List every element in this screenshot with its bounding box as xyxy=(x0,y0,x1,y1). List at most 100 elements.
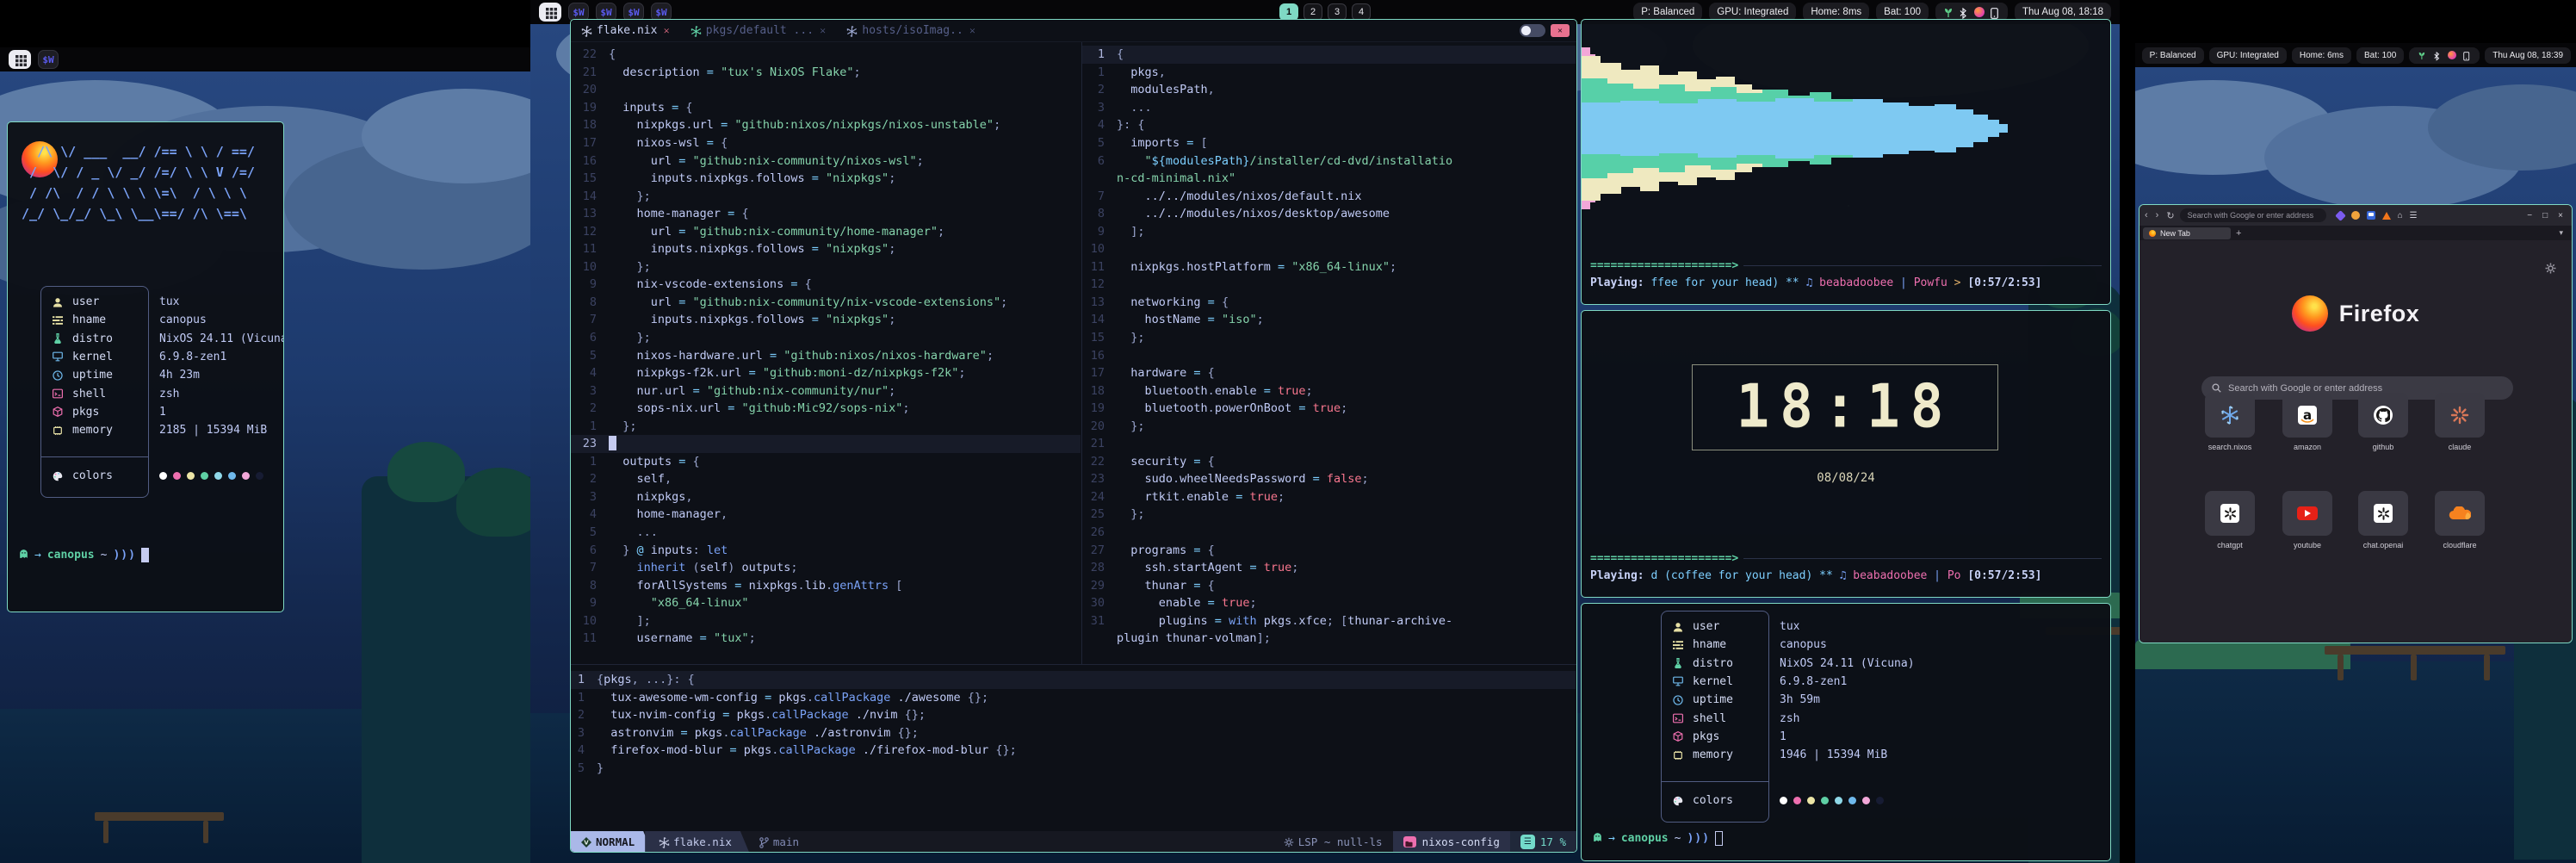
app-launcher-button[interactable] xyxy=(9,50,31,69)
code-line: 3 nixpkgs, xyxy=(571,488,1081,506)
new-tab-button[interactable]: + xyxy=(2236,228,2241,239)
shortcut-tile-chat.openai[interactable] xyxy=(2358,491,2408,536)
search-icon xyxy=(2212,383,2221,393)
minimap-toggle[interactable] xyxy=(1520,24,1545,37)
workspace-button[interactable]: 1 xyxy=(1279,3,1298,21)
code-line: 1{ xyxy=(1082,46,1576,64)
app-launcher-button[interactable] xyxy=(539,3,561,22)
mode-segment: V NORMAL xyxy=(571,831,652,852)
fastfetch-row: uptime xyxy=(51,366,133,384)
close-buffer-icon[interactable]: × xyxy=(663,24,669,38)
buffer-tab[interactable]: pkgs/default ... × xyxy=(680,20,837,41)
phone-icon[interactable] xyxy=(2463,52,2471,59)
hname-icon xyxy=(51,315,65,326)
code-line: 9 "x86_64-linux" xyxy=(571,594,1081,612)
bufferline: flake.nix × pkgs/default ... × hosts/iso… xyxy=(571,20,1576,42)
code-line: 21 xyxy=(1082,435,1576,453)
workspace-switcher: 1234 xyxy=(1279,3,1371,21)
code-line: 22{ xyxy=(571,46,1081,64)
code-line: 12 url = "github:nix-community/home-mana… xyxy=(571,222,1081,240)
terminal-fastfetch-right[interactable]: user hname distro kernel uptime shell xyxy=(1581,603,2111,861)
project-segment: nixos-config xyxy=(1393,831,1510,852)
svg-text:V: V xyxy=(584,839,589,846)
shortcut-tile-amazon[interactable]: a xyxy=(2282,393,2332,438)
workspace-button[interactable]: 2 xyxy=(1303,3,1322,21)
color-dot xyxy=(1876,797,1884,804)
terminal-color-dots xyxy=(159,472,263,480)
fastfetch-value: NixOS 24.11 (Vicuna) xyxy=(1780,655,1915,673)
plant-icon[interactable] xyxy=(2418,52,2425,59)
phone-icon[interactable] xyxy=(1991,8,2000,17)
shortcut-label: cloudflare xyxy=(2421,541,2499,549)
url-bar[interactable]: Search with Google or enter address xyxy=(2180,208,2326,222)
maximize-button[interactable]: □ xyxy=(2542,211,2548,220)
fastfetch-value: canopus xyxy=(1780,636,1827,654)
fastfetch-value: tux xyxy=(1780,618,1799,636)
password-manager-icon[interactable] xyxy=(2367,211,2375,220)
fastfetch-row: kernel xyxy=(51,348,133,366)
code-line: 11 inputs.nixpkgs.follows = "nixpkgs"; xyxy=(571,240,1081,258)
terminal-music-visualizer[interactable]: =====================> Playing: ffee for… xyxy=(1581,19,2111,305)
shortcut-label: chat.openai xyxy=(2344,541,2422,549)
code-line: 13 networking = { xyxy=(1082,294,1576,312)
code-line: 16 xyxy=(1082,346,1576,364)
darkreader-icon[interactable] xyxy=(2351,211,2360,220)
terminal-clock[interactable]: 18:18 08/08/24 =====================> Pl… xyxy=(1581,310,2111,598)
close-buffer-icon[interactable]: × xyxy=(820,24,826,38)
code-line: 23 xyxy=(571,435,1081,453)
shortcut-tile-search.nixos[interactable] xyxy=(2205,393,2255,438)
shortcut-tile-claude[interactable] xyxy=(2435,393,2485,438)
shell-prompt[interactable]: → canopus ~ ))) xyxy=(1592,831,1723,846)
color-dot xyxy=(1848,797,1856,804)
firefox-window[interactable]: ‹ › ↻ Search with Google or enter addres… xyxy=(2139,204,2573,643)
back-button[interactable]: ‹ xyxy=(2145,210,2148,220)
tab-list-chevron-icon[interactable]: ▾ xyxy=(2559,228,2568,238)
editor-split-iso[interactable]: 1{1 pkgs,2 modulesPath,3 ...4}: {5 impor… xyxy=(1082,46,1576,664)
code-line: 6 } @ inputs: let xyxy=(571,541,1081,559)
newtab-settings-gear-icon[interactable] xyxy=(2545,263,2556,278)
color-profile-icon[interactable] xyxy=(1974,7,1985,17)
memory-icon xyxy=(1671,750,1685,761)
bluetooth-icon[interactable] xyxy=(2433,52,2441,59)
neovim-window[interactable]: flake.nix × pkgs/default ... × hosts/iso… xyxy=(570,19,1577,853)
buffer-tab[interactable]: hosts/isoImag.. × xyxy=(836,20,986,41)
firefox-newtab-content: Firefox Search with Google or enter addr… xyxy=(2139,240,2572,643)
buffer-tab[interactable]: flake.nix × xyxy=(571,20,680,41)
lines-icon: ☰ xyxy=(1520,835,1535,849)
shortcut-tile-chatgpt[interactable] xyxy=(2205,491,2255,536)
code-line: 10 xyxy=(1082,240,1576,258)
color-dot xyxy=(159,472,167,480)
file-segment: flake.nix xyxy=(645,831,749,852)
fastfetch-row: hname xyxy=(51,311,133,329)
close-window-button[interactable]: × xyxy=(1551,24,1570,37)
terminal-fastfetch-left[interactable]: /\ \/ ___ __/ /== \ \ / ==/ / \/ / _ \/ … xyxy=(7,121,284,612)
pkgs-icon xyxy=(51,407,65,417)
minimize-button[interactable]: − xyxy=(2527,211,2532,220)
close-button[interactable]: × xyxy=(2558,211,2563,220)
code-line: 19 bluetooth.powerOnBoot = true; xyxy=(1082,400,1576,418)
tab-new-tab[interactable]: New Tab xyxy=(2143,227,2231,239)
color-dot xyxy=(228,472,236,480)
metamask-icon[interactable] xyxy=(2382,212,2391,220)
forward-button[interactable]: › xyxy=(2156,210,2159,220)
shortcut-tile-cloudflare[interactable] xyxy=(2435,491,2485,536)
bluetooth-icon[interactable] xyxy=(1959,8,1968,17)
menu-icon[interactable]: ☰ xyxy=(2410,211,2418,220)
hname-icon xyxy=(1671,640,1685,650)
plant-icon[interactable] xyxy=(1943,8,1953,17)
tag-chip[interactable]: $W xyxy=(38,50,59,69)
reload-button[interactable]: ↻ xyxy=(2166,210,2174,221)
lsp-segment: LSP ~ null-ls xyxy=(1273,831,1393,852)
editor-split-flake[interactable]: 22{21 description = "tux's NixOS Flake";… xyxy=(571,46,1081,664)
extension-icon[interactable] xyxy=(2335,210,2346,221)
editor-split-default[interactable]: 1{pkgs, ...}: {1 tux-awesome-wm-config =… xyxy=(571,671,1576,829)
workspace-button[interactable]: 3 xyxy=(1328,3,1347,21)
shortcut-tile-github[interactable] xyxy=(2358,393,2408,438)
home-icon[interactable]: ⌂ xyxy=(2398,211,2403,220)
shell-prompt[interactable]: → canopus ~ ))) xyxy=(18,548,149,562)
close-buffer-icon[interactable]: × xyxy=(969,24,975,38)
color-profile-icon[interactable] xyxy=(2448,51,2456,59)
workspace-button[interactable]: 4 xyxy=(1352,3,1371,21)
fastfetch-row: shell xyxy=(51,385,133,403)
shortcut-tile-youtube[interactable] xyxy=(2282,491,2332,536)
